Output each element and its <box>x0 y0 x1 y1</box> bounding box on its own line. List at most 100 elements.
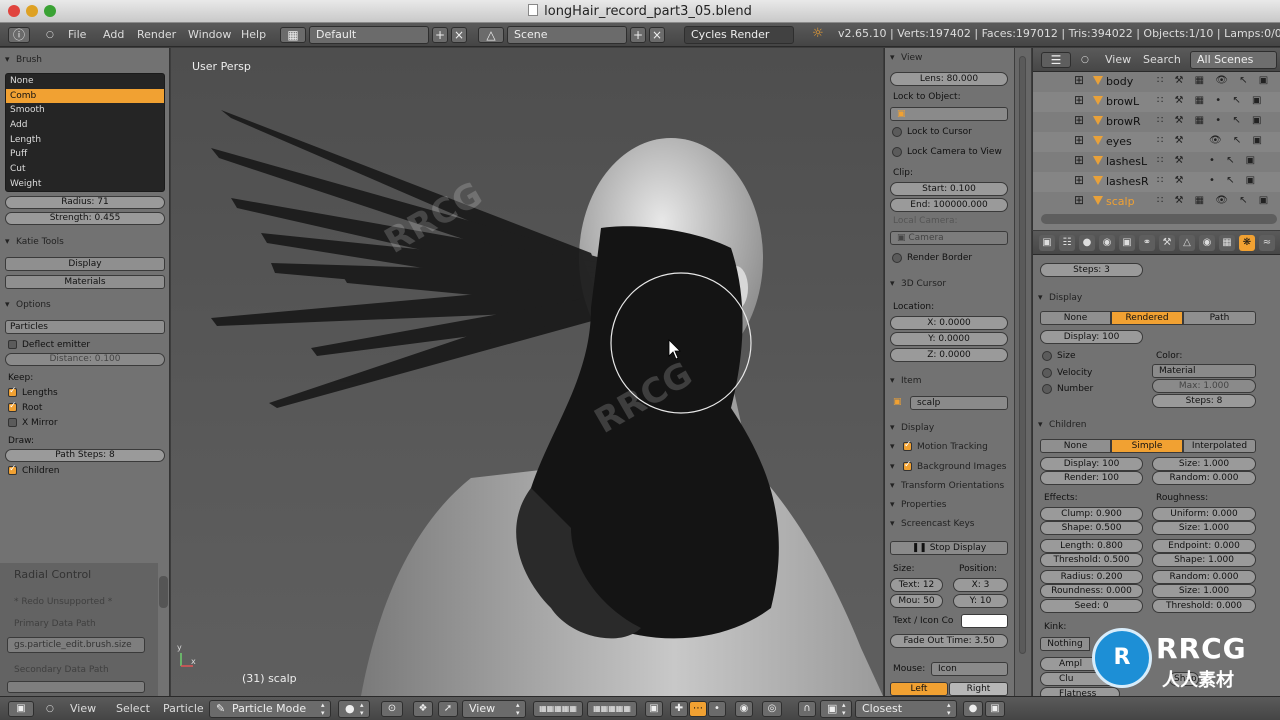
primary-data-path-input[interactable]: gs.particle_edit.brush.size <box>7 637 145 653</box>
scene-tab-icon[interactable]: ● <box>1079 235 1095 251</box>
row-tool-icons[interactable]: ∷ ⚒ ▦ • ↖ ▣ <box>1157 115 1265 126</box>
camera-icon[interactable]: ▣ <box>985 701 1005 717</box>
display-panel-header[interactable]: Display <box>885 420 1013 436</box>
properties-panel-header[interactable]: Properties <box>885 497 1013 513</box>
outliner-row[interactable]: ⊞ lashesL ∷ ⚒ • ↖ ▣ <box>1033 152 1280 172</box>
rough-size-field[interactable]: Size: 1.000 <box>1152 521 1256 535</box>
world-tab-icon[interactable]: ◉ <box>1099 235 1115 251</box>
npanel-scrollbar-thumb[interactable] <box>1019 56 1026 654</box>
brush-list[interactable]: None Comb Smooth Add Length Puff Cut Wei… <box>5 73 165 192</box>
mouse-display-select[interactable]: Icon <box>931 662 1008 676</box>
snap-magnet-icon[interactable]: ∩ <box>798 701 816 717</box>
snap-target-select[interactable]: Closest <box>855 700 957 718</box>
item-panel-header[interactable]: Item <box>885 373 1013 389</box>
item-name-input[interactable]: scalp <box>910 396 1008 410</box>
row-tool-icons[interactable]: ∷ ⚒ 👁 ↖ ▣ <box>1157 135 1266 146</box>
outliner-row[interactable]: ⊞ eyes ∷ ⚒ 👁 ↖ ▣ <box>1033 132 1280 152</box>
children-panel-header[interactable]: Children <box>1033 417 1273 433</box>
rough-threshold-field[interactable]: Threshold: 0.000 <box>1152 599 1256 613</box>
outliner-row[interactable]: ⊞ browR ∷ ⚒ ▦ • ↖ ▣ <box>1033 112 1280 132</box>
cursor-z-field[interactable]: Z: 0.0000 <box>890 348 1008 362</box>
lock-layers-icon[interactable]: ▣ <box>645 701 663 717</box>
render-tab-icon[interactable]: ▣ <box>1039 235 1055 251</box>
lock-object-field[interactable]: ▣ <box>890 107 1008 121</box>
radial-control-header[interactable]: Radial Control <box>14 568 91 581</box>
rough-random-field[interactable]: Random: 0.000 <box>1152 570 1256 584</box>
strength-slider[interactable]: Strength: 0.455 <box>5 212 165 225</box>
brush-panel-header[interactable]: Brush <box>0 52 170 68</box>
secondary-data-path-input[interactable] <box>7 681 145 693</box>
material-tab-icon[interactable]: ◉ <box>1199 235 1215 251</box>
display-percent-field[interactable]: Display: 100 <box>1040 330 1143 344</box>
right-button-toggle[interactable]: Right <box>949 682 1008 696</box>
expand-icon[interactable]: ⊞ <box>1074 133 1084 147</box>
expand-icon[interactable]: ⊞ <box>1074 73 1084 87</box>
transform-orientations-header[interactable]: Transform Orientations <box>885 478 1013 494</box>
render-icon[interactable]: ● <box>963 701 983 717</box>
path-steps-slider[interactable]: Path Steps: 8 <box>5 449 165 462</box>
size-checkbox[interactable] <box>1042 351 1052 361</box>
editor-type-icon[interactable]: ▣ <box>8 701 34 717</box>
layers-grid-2-icon[interactable]: ▦▦▦▦▦ <box>587 701 637 717</box>
scene-icon[interactable]: △ <box>478 27 504 43</box>
render-border-checkbox[interactable] <box>892 253 902 263</box>
collapse-menu-icon[interactable]: ○ <box>46 27 54 43</box>
cursor-x-field[interactable]: X: 0.0000 <box>890 316 1008 330</box>
screencast-keys-header[interactable]: Screencast Keys <box>885 516 1013 532</box>
expand-icon[interactable]: ⊞ <box>1074 173 1084 187</box>
physics-tab-icon[interactable]: ≈ <box>1259 235 1275 251</box>
lock-cursor-checkbox[interactable] <box>892 127 902 137</box>
menu-particle[interactable]: Particle <box>163 701 204 717</box>
children-size-field[interactable]: Size: 1.000 <box>1152 457 1256 471</box>
modifiers-tab-icon[interactable]: ⚒ <box>1159 235 1175 251</box>
select-point-icon[interactable]: ⋯ <box>689 701 707 717</box>
object-tab-icon[interactable]: ▣ <box>1119 235 1135 251</box>
children-display-field[interactable]: Display: 100 <box>1040 457 1143 471</box>
brush-item[interactable]: Add <box>6 118 164 133</box>
transform-orientation-select[interactable]: View <box>462 700 526 718</box>
outliner-type-icon[interactable]: ☰ <box>1041 52 1071 68</box>
row-tool-icons[interactable]: ∷ ⚒ • ↖ ▣ <box>1157 155 1259 166</box>
remove-layout-icon[interactable]: × <box>451 27 467 43</box>
expand-icon[interactable]: ⊞ <box>1074 153 1084 167</box>
lens-field[interactable]: Lens: 80.000 <box>890 72 1008 86</box>
display-rendered-option[interactable]: Rendered <box>1111 311 1183 325</box>
kink-nothing-option[interactable]: Nothing <box>1040 637 1090 651</box>
row-tool-icons[interactable]: ∷ ⚒ ▦ • ↖ ▣ <box>1157 95 1265 106</box>
outliner-row[interactable]: ⊞ body ∷ ⚒ ▦ 👁 ↖ ▣ <box>1033 72 1280 92</box>
rough-shape-field[interactable]: Shape: 1.000 <box>1152 553 1256 567</box>
viewport-shading-select[interactable]: ● <box>338 700 370 718</box>
3d-cursor-header[interactable]: 3D Cursor <box>885 276 1013 292</box>
tool-scrollbar[interactable] <box>159 576 168 608</box>
collapse-menu-icon[interactable]: ○ <box>1081 52 1089 68</box>
steps-field[interactable]: Steps: 3 <box>1040 263 1143 277</box>
radius-field[interactable]: Radius: 0.200 <box>1040 570 1143 584</box>
brush-item[interactable]: Puff <box>6 147 164 162</box>
texture-tab-icon[interactable]: ▦ <box>1219 235 1235 251</box>
brush-item-selected[interactable]: Comb <box>6 88 164 104</box>
outliner-row[interactable]: ⊞ lashesR ∷ ⚒ • ↖ ▣ <box>1033 172 1280 192</box>
menu-window[interactable]: Window <box>188 27 231 43</box>
fade-out-time-field[interactable]: Fade Out Time: 3.50 <box>890 634 1008 648</box>
text-icon-color-swatch[interactable] <box>961 614 1008 628</box>
clump-field[interactable]: Clump: 0.900 <box>1040 507 1143 521</box>
clip-start-field[interactable]: Start: 0.100 <box>890 182 1008 196</box>
translate-manipulator-icon[interactable]: ➚ <box>438 701 458 717</box>
position-y-field[interactable]: Y: 10 <box>953 594 1008 608</box>
row-tool-icons[interactable]: ∷ ⚒ ▦ 👁 ↖ ▣ <box>1157 195 1272 206</box>
materials-button[interactable]: Materials <box>5 275 165 289</box>
stop-display-button[interactable]: ❚❚ Stop Display <box>890 541 1008 555</box>
screen-layout-icon[interactable]: ▦ <box>280 27 306 43</box>
brush-item[interactable]: Length <box>6 133 164 148</box>
menu-view[interactable]: View <box>70 701 96 717</box>
outliner-hscrollbar[interactable] <box>1041 214 1277 224</box>
radius-slider[interactable]: Radius: 71 <box>5 196 165 209</box>
manipulator-icon[interactable]: ❖ <box>413 701 433 717</box>
outliner-menu-view[interactable]: View <box>1105 52 1131 68</box>
collapse-menu-icon[interactable]: ○ <box>46 701 54 717</box>
display-panel-header[interactable]: Display <box>1033 290 1273 306</box>
lock-camera-checkbox[interactable] <box>892 147 902 157</box>
npanel-scrollbar[interactable] <box>1015 48 1031 696</box>
pivot-point-icon[interactable]: ⊙ <box>381 701 403 717</box>
limit-visible-icon[interactable]: ◉ <box>735 701 753 717</box>
